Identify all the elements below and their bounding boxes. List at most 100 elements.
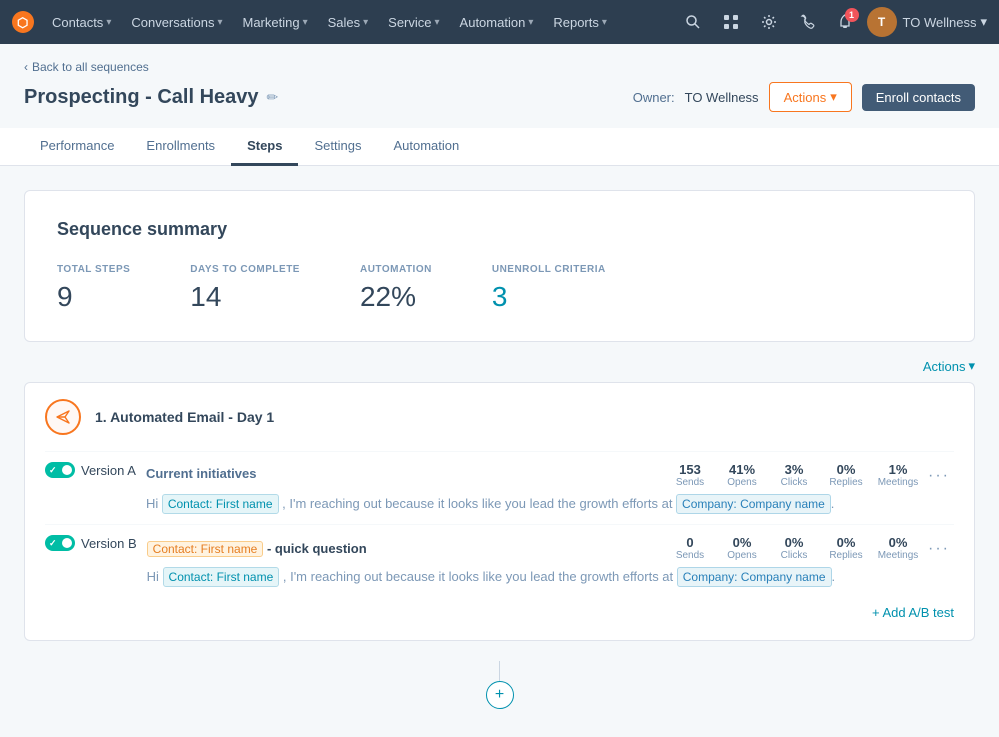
check-icon: ✓	[49, 538, 57, 549]
version-b-stats: 0 Sends 0% Opens 0% Clic	[664, 535, 924, 561]
metric-days-to-complete: Days to Complete 14	[190, 264, 300, 313]
toggle-knob	[62, 538, 72, 548]
version-b-header-row: Contact: First name - quick question 0 S…	[147, 535, 954, 563]
add-step-button[interactable]: +	[486, 681, 514, 709]
chevron-down-icon: ▾	[435, 17, 440, 28]
page-wrapper: ‹ Back to all sequences Prospecting - Ca…	[0, 44, 999, 737]
stat-meetings-a: 1% Meetings	[872, 462, 924, 488]
page-header: Prospecting - Call Heavy ✏ Owner: TO Wel…	[24, 82, 975, 112]
svg-text:⬡: ⬡	[17, 15, 28, 30]
version-a-label: Version A	[81, 463, 136, 478]
actions-button[interactable]: Actions ▾	[769, 82, 852, 112]
metric-label: Total Steps	[57, 264, 130, 275]
search-icon[interactable]	[677, 6, 709, 38]
edit-icon[interactable]: ✏	[267, 89, 279, 106]
contact-first-name-token-subject[interactable]: Contact: First name	[147, 541, 264, 557]
metric-value: 14	[190, 281, 300, 313]
tab-steps[interactable]: Steps	[231, 128, 298, 166]
nav-right: 1 T TO Wellness ▾	[677, 6, 987, 38]
page-title: Prospecting - Call Heavy	[24, 86, 259, 109]
stat-opens-a: 41% Opens	[716, 462, 768, 488]
stat-opens-b: 0% Opens	[716, 535, 768, 561]
version-b-label: Version B	[81, 536, 137, 551]
user-avatar[interactable]: T	[867, 7, 897, 37]
version-b-more-button[interactable]: ···	[924, 540, 954, 558]
metric-label: Automation	[360, 264, 432, 275]
version-a-toggle-area: ✓ Version A	[45, 462, 136, 478]
stat-sends-a: 153 Sends	[664, 462, 716, 488]
step-connector: +	[24, 657, 975, 713]
version-b-subject: Contact: First name - quick question	[147, 541, 367, 557]
check-icon: ✓	[49, 465, 57, 476]
contact-first-name-token-a[interactable]: Contact: First name	[162, 494, 279, 514]
page-title-area: Prospecting - Call Heavy ✏	[24, 86, 278, 109]
add-ab-test-button[interactable]: + Add A/B test	[872, 605, 954, 620]
hubspot-logo[interactable]: ⬡	[12, 11, 34, 33]
version-a-toggle[interactable]: ✓	[45, 462, 75, 478]
actions-row: Actions ▾	[24, 358, 975, 374]
metric-total-steps: Total Steps 9	[57, 264, 130, 313]
metric-automation: Automation 22%	[360, 264, 432, 313]
step-body: ✓ Version A Current initiatives 153	[25, 451, 974, 640]
chevron-down-icon: ▾	[830, 89, 837, 105]
version-a-content: Current initiatives 153 Sends 41%	[146, 462, 954, 514]
marketplace-icon[interactable]	[715, 6, 747, 38]
nav-sales[interactable]: Sales ▾	[318, 0, 379, 44]
tab-performance[interactable]: Performance	[24, 128, 130, 166]
page-header-right: Owner: TO Wellness Actions ▾ Enroll cont…	[633, 82, 975, 112]
phone-icon[interactable]	[791, 6, 823, 38]
step-1-card: 1. Automated Email - Day 1 ✓ Version A	[24, 382, 975, 641]
version-b-toggle[interactable]: ✓	[45, 535, 75, 551]
nav-conversations[interactable]: Conversations ▾	[121, 0, 232, 44]
stat-replies-b: 0% Replies	[820, 535, 872, 561]
chevron-down-icon: ▾	[528, 17, 533, 28]
breadcrumb[interactable]: ‹ Back to all sequences	[24, 60, 975, 74]
nav-service[interactable]: Service ▾	[378, 0, 449, 44]
nav-reports[interactable]: Reports ▾	[543, 0, 617, 44]
step-header: 1. Automated Email - Day 1	[25, 383, 974, 451]
notifications-icon[interactable]: 1	[829, 6, 861, 38]
actions-link[interactable]: Actions ▾	[923, 358, 975, 374]
version-a-stats: 153 Sends 41% Opens 3% C	[664, 462, 924, 488]
version-a-row: ✓ Version A Current initiatives 153	[45, 451, 954, 524]
connector-line	[499, 661, 500, 681]
metric-value-blue: 3	[492, 281, 606, 313]
chevron-down-icon: ▾	[106, 17, 111, 28]
chevron-down-icon: ▾	[968, 358, 975, 374]
chevron-down-icon: ▾	[602, 17, 607, 28]
company-name-token-b[interactable]: Company: Company name	[677, 567, 832, 587]
tab-automation[interactable]: Automation	[377, 128, 475, 166]
settings-icon[interactable]	[753, 6, 785, 38]
version-a-name: Current initiatives	[146, 466, 257, 481]
notification-badge: 1	[845, 8, 859, 22]
add-ab-row: + Add A/B test	[45, 597, 954, 624]
company-name-token-a[interactable]: Company: Company name	[676, 494, 831, 514]
email-step-icon	[45, 399, 81, 435]
metric-value: 9	[57, 281, 130, 313]
metric-label: Days to Complete	[190, 264, 300, 275]
contact-first-name-token-b[interactable]: Contact: First name	[163, 567, 280, 587]
metric-unenroll-criteria: Unenroll Criteria 3	[492, 264, 606, 313]
version-b-content: Contact: First name - quick question 0 S…	[147, 535, 954, 587]
tab-enrollments[interactable]: Enrollments	[130, 128, 231, 166]
owner-label: Owner:	[633, 90, 675, 105]
nav-marketing[interactable]: Marketing ▾	[232, 0, 317, 44]
tabs-bar: Performance Enrollments Steps Settings A…	[0, 128, 999, 166]
nav-automation[interactable]: Automation ▾	[450, 0, 544, 44]
chevron-down-icon: ▾	[980, 14, 987, 30]
summary-metrics: Total Steps 9 Days to Complete 14 Automa…	[57, 264, 942, 313]
owner-name: TO Wellness	[685, 90, 759, 105]
chevron-down-icon: ▾	[217, 17, 222, 28]
top-navigation: ⬡ Contacts ▾ Conversations ▾ Marketing ▾…	[0, 0, 999, 44]
version-a-header-row: Current initiatives 153 Sends 41%	[146, 462, 954, 490]
version-a-more-button[interactable]: ···	[924, 467, 954, 485]
stat-sends-b: 0 Sends	[664, 535, 716, 561]
tab-settings[interactable]: Settings	[298, 128, 377, 166]
nav-contacts[interactable]: Contacts ▾	[42, 0, 121, 44]
user-name-button[interactable]: TO Wellness ▾	[903, 14, 987, 30]
version-b-toggle-area: ✓ Version B	[45, 535, 137, 551]
step-label: 1. Automated Email - Day 1	[95, 409, 274, 425]
enroll-contacts-button[interactable]: Enroll contacts	[862, 84, 975, 111]
stat-meetings-b: 0% Meetings	[872, 535, 924, 561]
version-b-row: ✓ Version B Contact: First name - quick …	[45, 524, 954, 597]
